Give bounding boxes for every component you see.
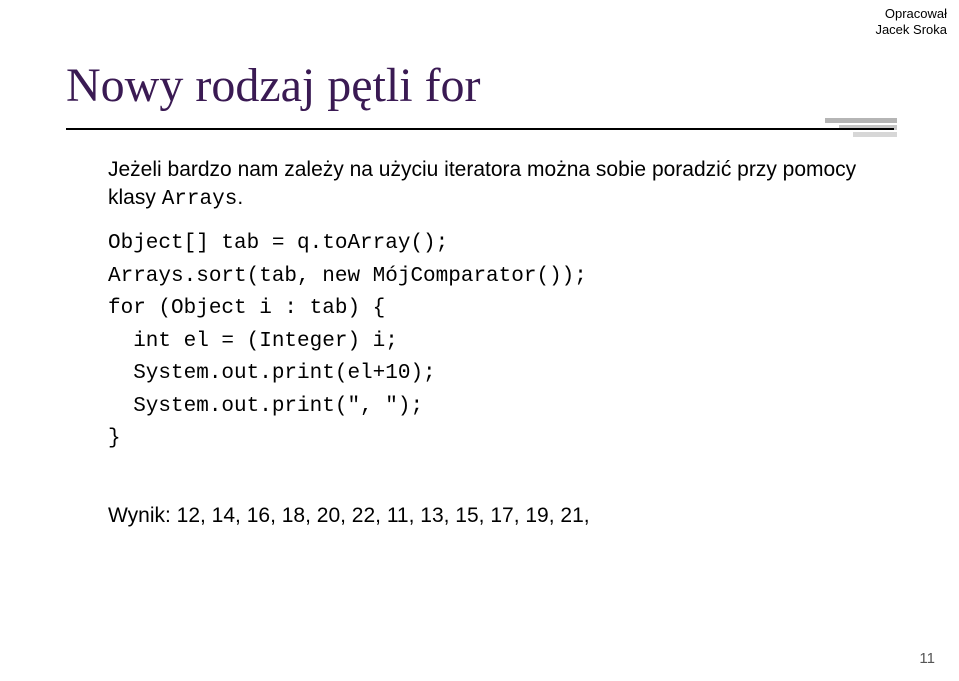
intro-part2: . — [237, 186, 243, 209]
result-text: Wynik: 12, 14, 16, 18, 20, 22, 11, 13, 1… — [108, 504, 590, 528]
code-line-2: Arrays.sort(tab, new MójComparator()); — [108, 265, 587, 288]
title-underline — [66, 128, 894, 130]
code-line-1: Object[] tab = q.toArray(); — [108, 232, 448, 255]
code-line-5: System.out.print(el+10); — [108, 362, 436, 385]
code-line-6: System.out.print(", "); — [108, 395, 423, 418]
code-line-3: for (Object i : tab) { — [108, 297, 385, 320]
decorative-bar — [825, 118, 897, 123]
intro-text: Jeżeli bardzo nam zależy na użyciu itera… — [108, 156, 868, 215]
intro-inline-code: Arrays — [162, 188, 238, 211]
attribution: Opracował Jacek Sroka — [875, 6, 947, 39]
code-line-4: int el = (Integer) i; — [108, 330, 398, 353]
attribution-line2: Jacek Sroka — [875, 22, 947, 38]
attribution-line1: Opracował — [875, 6, 947, 22]
code-line-7: } — [108, 427, 121, 450]
page-number: 11 — [919, 650, 935, 667]
code-block: Object[] tab = q.toArray(); Arrays.sort(… — [108, 228, 587, 456]
slide-title: Nowy rodzaj pętli for — [66, 58, 481, 113]
decorative-bar — [853, 132, 897, 137]
